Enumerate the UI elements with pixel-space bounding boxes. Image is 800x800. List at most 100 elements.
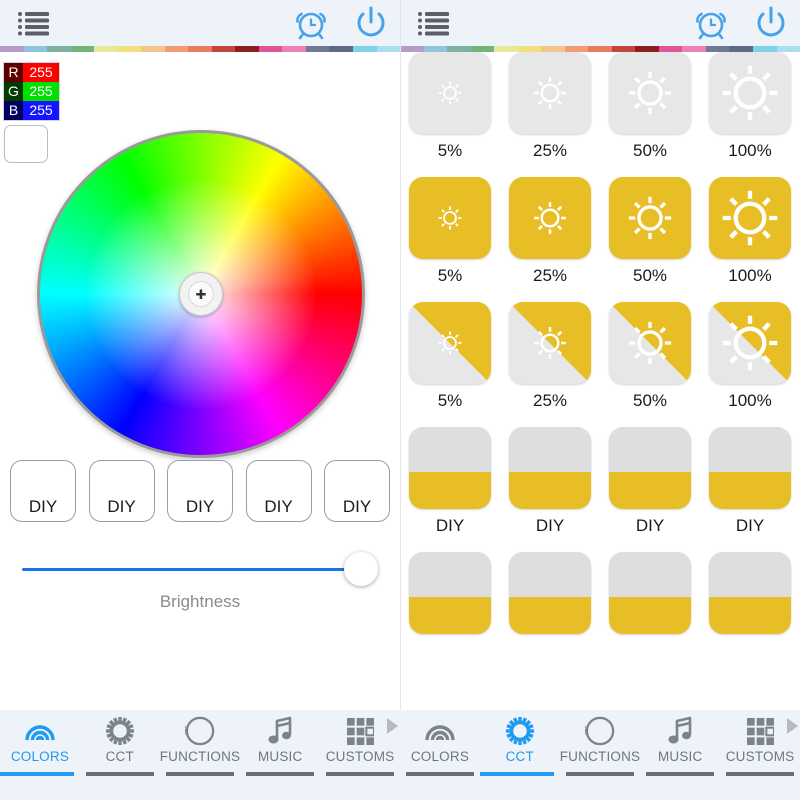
cct-tile-cell: 100% xyxy=(700,177,800,302)
tab-indicator xyxy=(326,772,394,776)
sun-gear-icon xyxy=(104,716,136,746)
tab-functions[interactable]: FUNCTIONS xyxy=(160,710,241,776)
cct-preset-tile[interactable] xyxy=(509,52,591,134)
left-tabbar: COLORS CCT FUNCTIONS MUSIC CUSTOMS xyxy=(0,710,400,800)
cct-preset-tile[interactable] xyxy=(709,427,791,509)
cct-tile-label: DIY xyxy=(435,516,465,535)
diy-button-label: DIY xyxy=(107,497,136,516)
rgb-key-green: G xyxy=(4,82,23,101)
cct-preset-tile[interactable] xyxy=(509,552,591,634)
cct-tile-cell: 100% xyxy=(700,52,800,177)
cct-preset-tile[interactable] xyxy=(409,52,491,134)
cct-tile-cell: 5% xyxy=(400,302,500,427)
tab-label: CCT xyxy=(505,749,534,764)
tab-indicator xyxy=(565,772,635,776)
cct-preset-tile[interactable] xyxy=(609,302,691,384)
color-wheel[interactable]: ✚ xyxy=(37,130,365,458)
tab-indicator xyxy=(479,772,554,776)
cct-tile-cell: DIY xyxy=(500,427,600,552)
tab-indicator xyxy=(0,772,74,776)
cct-preset-tile[interactable] xyxy=(409,177,491,259)
cct-preset-tile[interactable] xyxy=(509,427,591,509)
list-menu-icon[interactable] xyxy=(414,6,454,40)
cct-tile-cell: 25% xyxy=(500,52,600,177)
sun-icon xyxy=(722,315,778,371)
tab-music[interactable]: MUSIC xyxy=(240,710,320,776)
cct-preset-tile[interactable] xyxy=(709,302,791,384)
tab-functions[interactable]: FUNCTIONS xyxy=(560,710,641,776)
power-icon[interactable] xyxy=(752,4,790,42)
cct-tile-label: 100% xyxy=(728,141,772,160)
crosshair-icon: ✚ xyxy=(195,286,207,302)
right-header xyxy=(400,0,800,46)
sun-icon xyxy=(628,196,672,240)
left-pane: R 255 G 255 B 255 ✚ DIY DIY DIY DIY DIY … xyxy=(0,0,400,710)
cct-tile-label: 25% xyxy=(532,266,568,285)
tab-colors[interactable]: COLORS xyxy=(400,710,480,776)
rgb-key-red: R xyxy=(4,63,23,82)
sun-icon xyxy=(438,81,462,105)
chevron-right-icon[interactable] xyxy=(386,718,398,734)
cct-preset-tile[interactable] xyxy=(509,177,591,259)
cct-tile-cell: DIY xyxy=(700,427,800,552)
list-menu-icon[interactable] xyxy=(14,6,54,40)
tab-cct[interactable]: CCT xyxy=(80,710,160,776)
tab-customs[interactable]: CUSTOMS xyxy=(720,710,800,776)
diy-button-label: DIY xyxy=(342,497,372,516)
tab-indicator xyxy=(406,772,474,776)
cct-preset-tile[interactable] xyxy=(509,302,591,384)
tab-label: COLORS xyxy=(10,749,70,764)
cct-preset-tile[interactable] xyxy=(709,177,791,259)
brightness-slider-fill xyxy=(22,568,361,571)
alarm-clock-icon[interactable] xyxy=(692,4,730,42)
brightness-slider-thumb[interactable] xyxy=(344,552,378,586)
diy-button[interactable]: DIY xyxy=(88,460,155,522)
color-wheel-cursor[interactable]: ✚ xyxy=(179,272,223,316)
cct-preset-tile[interactable] xyxy=(609,427,691,509)
rainbow-arc-icon xyxy=(24,716,56,746)
cct-tile-cell: 5% xyxy=(400,177,500,302)
tab-label: CCT xyxy=(105,749,134,764)
cct-tile-label: 25% xyxy=(532,391,568,410)
cct-tile-label: DIY xyxy=(635,516,665,535)
brightness-slider[interactable] xyxy=(22,552,378,586)
striped-circle-icon xyxy=(585,716,615,746)
cct-tile-cell xyxy=(600,552,700,677)
rgb-row-green: G 255 xyxy=(4,82,59,101)
tab-colors[interactable]: COLORS xyxy=(0,710,80,776)
tab-indicator xyxy=(85,772,154,776)
alarm-clock-icon[interactable] xyxy=(292,4,330,42)
cct-preset-tile[interactable] xyxy=(609,177,691,259)
right-tabbar: COLORS CCT FUNCTIONS MUSIC CUSTOMS xyxy=(400,710,800,800)
cct-preset-tile[interactable] xyxy=(609,552,691,634)
tab-indicator xyxy=(726,772,794,776)
diy-button-label: DIY xyxy=(28,497,58,516)
tab-label: FUNCTIONS xyxy=(159,749,241,764)
rgb-value-red: 255 xyxy=(23,63,59,82)
cct-preset-tile[interactable] xyxy=(709,52,791,134)
tab-customs[interactable]: CUSTOMS xyxy=(320,710,400,776)
tab-label: CUSTOMS xyxy=(725,749,795,764)
cct-tile-cell xyxy=(500,552,600,677)
rgb-value-green: 255 xyxy=(23,82,59,101)
cct-preset-tile[interactable] xyxy=(409,552,491,634)
chevron-right-icon[interactable] xyxy=(786,718,798,734)
right-header-actions xyxy=(692,0,790,46)
sun-icon xyxy=(534,327,566,359)
diy-button-row: DIY DIY DIY DIY DIY xyxy=(10,460,390,522)
diy-button[interactable]: DIY xyxy=(245,460,312,522)
cct-preset-tile[interactable] xyxy=(609,52,691,134)
diy-button[interactable]: DIY xyxy=(10,460,76,522)
tab-label: MUSIC xyxy=(657,749,703,764)
diy-button[interactable]: DIY xyxy=(324,460,390,522)
rgb-readout: R 255 G 255 B 255 xyxy=(3,62,60,121)
music-note-icon xyxy=(266,716,294,746)
diy-button[interactable]: DIY xyxy=(167,460,233,522)
power-icon[interactable] xyxy=(352,4,390,42)
cct-tile-cell: DIY xyxy=(600,427,700,552)
tab-music[interactable]: MUSIC xyxy=(640,710,720,776)
cct-preset-tile[interactable] xyxy=(709,552,791,634)
cct-preset-tile[interactable] xyxy=(409,302,491,384)
tab-cct[interactable]: CCT xyxy=(479,710,560,776)
cct-preset-tile[interactable] xyxy=(409,427,491,509)
